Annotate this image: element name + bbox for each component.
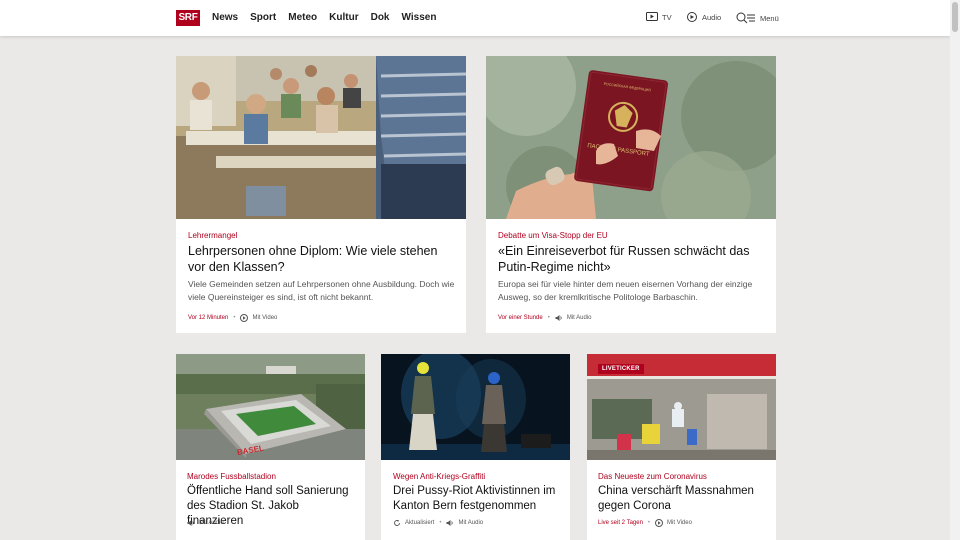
article-title[interactable]: «Ein Einreiseverbot für Russen schwächt … [498, 243, 770, 275]
pussy-riot-image [381, 354, 570, 460]
audio-button[interactable]: Audio [686, 12, 721, 22]
article-meta: Aktualisiert • Mit Audio [393, 519, 483, 527]
article-kicker: Marodes Fussballstadion [187, 472, 276, 481]
speaker-icon [446, 520, 454, 526]
article-meta: Vor einer Stunde • Mit Audio [498, 314, 592, 322]
srf-logo[interactable]: SRF [176, 10, 200, 26]
speaker-icon [187, 520, 194, 526]
article-kicker: Wegen Anti-Kriegs-Graffiti [393, 472, 486, 481]
passport-image: РОССИЙСКАЯ ФЕДЕРАЦИЯ ПАСПОРТ PASSPORT [486, 56, 776, 219]
refresh-icon [394, 519, 400, 526]
article-card-pussy-riot[interactable]: Wegen Anti-Kriegs-Graffiti Drei Pussy-Ri… [381, 354, 570, 540]
article-lead: Viele Gemeinden setzen auf Lehrpersonen … [188, 279, 455, 302]
tv-label: TV [662, 12, 672, 22]
article-time: Vor 12 Minuten [188, 315, 229, 321]
article-card-teachers[interactable]: Lehrermangel Lehrpersonen ohne Diplom: W… [176, 56, 466, 333]
article-title[interactable]: China verschärft Massnahmen gegen Corona [598, 484, 768, 514]
separator-dot: • [647, 520, 651, 526]
article-meta: Vor 12 Minuten • Mit Video [188, 314, 277, 322]
classroom-image [176, 56, 466, 219]
article-time: Vor einer Stunde [498, 315, 543, 321]
nav-item-kultur[interactable]: Kultur [329, 12, 358, 23]
scrollbar[interactable] [950, 0, 960, 540]
play-icon [655, 519, 664, 527]
article-title[interactable]: Lehrpersonen ohne Diplom: Wie viele steh… [188, 243, 458, 275]
article-card-stadium[interactable]: BASEL Marodes Fussballstadion Öffentlich… [176, 354, 365, 540]
article-media-label: Mit Video [667, 520, 692, 526]
article-media-label: Mit Audio [458, 520, 484, 526]
article-kicker: Das Neueste zum Coronavirus [598, 472, 707, 481]
article-kicker: Lehrermangel [188, 231, 238, 240]
article-media-label: Mit Video [252, 315, 278, 321]
scrollbar-thumb[interactable] [952, 2, 958, 32]
article-kicker: Debatte um Visa-Stopp der EU [498, 231, 608, 240]
article-card-visa[interactable]: РОССИЙСКАЯ ФЕДЕРАЦИЯ ПАСПОРТ PASSPORT De… [486, 56, 776, 333]
article-time: Live seit 2 Tagen [598, 520, 643, 526]
nav-item-news[interactable]: News [212, 12, 238, 23]
audio-label: Audio [702, 12, 722, 22]
article-updated: Aktualisiert [405, 520, 435, 526]
separator-dot: • [233, 315, 236, 321]
nav-item-dok[interactable]: Dok [371, 12, 390, 23]
article-title[interactable]: Drei Pussy-Riot Aktivistinnen im Kanton … [393, 484, 563, 514]
nav-item-meteo[interactable]: Meteo [288, 12, 317, 23]
main-nav: News Sport Meteo Kultur Dok Wissen [212, 12, 448, 23]
nav-item-sport[interactable]: Sport [250, 12, 276, 23]
tv-button[interactable]: TV [646, 12, 672, 22]
article-card-china-corona[interactable]: LIVETICKER Das Neueste zum Coronavirus C… [587, 354, 776, 540]
nav-item-wissen[interactable]: Wissen [402, 12, 437, 23]
menu-label: Menü [760, 13, 779, 23]
stadium-image: BASEL [176, 354, 365, 460]
site-header: SRF News Sport Meteo Kultur Dok Wissen T… [0, 0, 950, 36]
article-meta: Mit Audio [187, 519, 224, 527]
tv-icon [646, 12, 658, 21]
article-media-label: Mit Audio [566, 315, 592, 321]
article-meta: Live seit 2 Tagen • Mit Video [598, 519, 692, 527]
liveticker-badge: LIVETICKER [598, 364, 644, 374]
separator-dot: • [547, 315, 550, 321]
audio-icon [687, 12, 697, 22]
menu-button[interactable]: Menü [736, 12, 779, 24]
article-media-label: Mit Audio [199, 520, 224, 526]
separator-dot: • [439, 520, 442, 526]
article-lead: Europa sei für viele hinter dem neuen ei… [498, 279, 753, 302]
play-icon [240, 314, 249, 322]
speaker-icon [555, 315, 562, 321]
search-menu-icon [736, 12, 755, 24]
